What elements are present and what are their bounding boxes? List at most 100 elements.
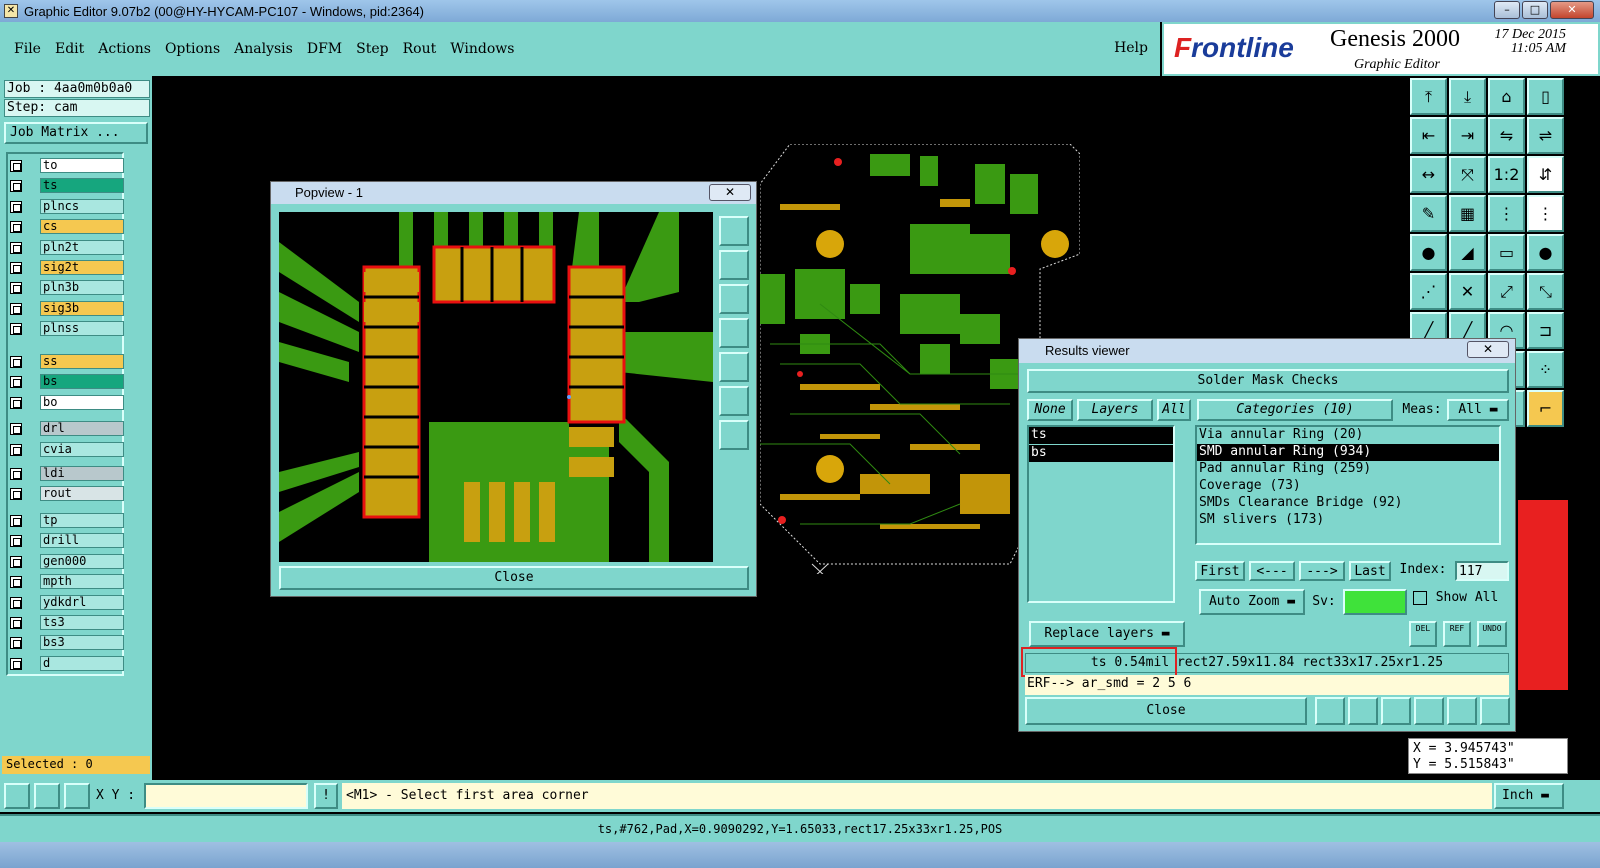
layer-row[interactable]: to (8, 158, 126, 174)
home-top-icon[interactable]: ⤒ (1410, 78, 1447, 115)
angle-icon[interactable] (34, 783, 60, 809)
layer-name[interactable]: ss (40, 353, 124, 369)
layer-checkbox[interactable] (10, 323, 22, 336)
first-button[interactable]: First (1195, 561, 1245, 581)
measure-icon[interactable] (4, 783, 30, 809)
layer-checkbox[interactable] (10, 576, 22, 589)
minimize-button[interactable]: – (1494, 1, 1520, 19)
layer-row[interactable]: sig2t (8, 260, 126, 276)
layer-name[interactable]: bo (40, 394, 124, 410)
layer-checkbox[interactable] (10, 488, 22, 501)
frame-icon[interactable]: ▯ (1527, 78, 1564, 115)
layer-row[interactable]: gen000 (8, 553, 126, 570)
layer-name[interactable]: ydkdrl (40, 594, 124, 610)
menu-windows[interactable]: Windows (450, 41, 514, 57)
flag-icon[interactable] (1315, 697, 1345, 725)
menu-analysis[interactable]: Analysis (234, 41, 293, 57)
connect-icon[interactable]: ⋰ (1410, 273, 1447, 310)
pin-icon[interactable] (1348, 697, 1378, 725)
popview-canvas[interactable] (279, 212, 713, 562)
route-icon[interactable]: ⊐ (1527, 312, 1564, 349)
layer-row[interactable]: rout (8, 486, 126, 502)
layer-row[interactable]: drl (8, 421, 126, 437)
step-icon[interactable]: ⌐ (1527, 390, 1564, 427)
menu-edit[interactable]: Edit (55, 41, 84, 57)
layer-checkbox[interactable] (10, 616, 22, 629)
snap-icon[interactable]: ⋮ (1488, 195, 1525, 232)
layers-button[interactable]: Layers (1077, 399, 1153, 421)
zoom-out-icon[interactable] (719, 420, 749, 450)
result-layer-item[interactable]: bs (1029, 445, 1173, 462)
histogram-icon[interactable] (1480, 697, 1510, 725)
layer-row[interactable]: mpth (8, 574, 126, 590)
layer-row[interactable]: drill (8, 533, 126, 549)
grid-icon[interactable] (64, 783, 90, 809)
layer-row[interactable]: cs (8, 219, 126, 235)
layer-row[interactable]: ts (8, 178, 126, 194)
undo-button[interactable]: UNDO (1477, 621, 1507, 647)
layer-checkbox[interactable] (10, 468, 22, 481)
layer-name[interactable]: plnss (40, 321, 124, 337)
menu-options[interactable]: Options (165, 41, 220, 57)
layer-checkbox[interactable] (10, 637, 22, 650)
measure-icon[interactable]: ⤢ (1488, 273, 1525, 310)
pan-left-icon[interactable]: ⇤ (1410, 117, 1447, 154)
circle-icon[interactable]: ● (1527, 234, 1564, 271)
menu-file[interactable]: File (14, 41, 41, 57)
layer-name[interactable]: rout (40, 486, 124, 502)
layer-name[interactable]: plncs (40, 198, 124, 214)
layer-name[interactable]: drill (40, 533, 124, 549)
category-item[interactable]: Pad annular Ring (259) (1197, 461, 1499, 478)
zoom-fit-icon[interactable] (719, 216, 749, 246)
measure2-icon[interactable]: ⤡ (1527, 273, 1564, 310)
layer-name[interactable]: bs3 (40, 635, 124, 651)
grid-icon[interactable]: ▦ (1449, 195, 1486, 232)
pan-left-icon[interactable] (719, 318, 749, 348)
layer-checkbox[interactable] (10, 241, 22, 254)
menu-dfm[interactable]: DFM (307, 41, 342, 57)
layer-name[interactable]: mpth (40, 574, 124, 590)
layer-checkbox[interactable] (10, 443, 22, 456)
layer-checkbox[interactable] (10, 514, 22, 527)
category-item[interactable]: SMDs Clearance Bridge (92) (1197, 495, 1499, 512)
close-window-button[interactable]: ✕ (1550, 1, 1594, 19)
layer-name[interactable]: cs (40, 219, 124, 235)
draw-icon[interactable]: ◢ (1449, 234, 1486, 271)
layer-row[interactable]: bs (8, 374, 126, 390)
pan-right-icon[interactable]: ⇥ (1449, 117, 1486, 154)
layer-row[interactable]: plncs (8, 198, 126, 215)
popview-close-button[interactable]: Close (279, 566, 749, 590)
del-button[interactable]: DEL (1409, 621, 1437, 647)
layer-name[interactable]: pln3b (40, 280, 124, 296)
layer-name[interactable]: drl (40, 421, 124, 437)
layer-row[interactable]: tp (8, 512, 126, 529)
flip-icon[interactable]: ⇋ (1488, 117, 1525, 154)
layer-checkbox[interactable] (10, 200, 22, 213)
pan-up-icon[interactable] (719, 250, 749, 280)
layer-name[interactable]: gen000 (40, 553, 124, 569)
snap-red-icon[interactable]: ⋮ (1527, 195, 1564, 232)
fit-width-icon[interactable]: ↔ (1410, 156, 1447, 193)
home-bottom-icon[interactable]: ⤓ (1449, 78, 1486, 115)
layer-checkbox[interactable] (10, 657, 22, 670)
replace-layers-dropdown[interactable]: Replace layers ▬ (1029, 621, 1185, 647)
layer-row[interactable]: d (8, 655, 126, 672)
layer-checkbox[interactable] (10, 221, 22, 234)
info-icon[interactable]: ! (314, 783, 338, 809)
sv-color-dropdown[interactable] (1343, 589, 1407, 615)
layer-checkbox[interactable] (10, 423, 22, 436)
layer-name[interactable]: sig3b (40, 300, 124, 316)
none-button[interactable]: None (1027, 399, 1073, 421)
all-button[interactable]: All (1157, 399, 1191, 421)
point-icon[interactable]: ● (1410, 234, 1447, 271)
job-matrix-button[interactable]: Job Matrix ... (4, 122, 148, 144)
home-icon[interactable]: ⌂ (1488, 78, 1525, 115)
layer-checkbox[interactable] (10, 555, 22, 568)
fit-all-icon[interactable]: ⤧ (1449, 156, 1486, 193)
layer-row[interactable]: pln2t (8, 239, 126, 256)
layer-checkbox[interactable] (10, 180, 22, 193)
layer-checkbox[interactable] (10, 535, 22, 548)
last-button[interactable]: Last (1349, 561, 1391, 581)
category-item[interactable]: SM slivers (173) (1197, 512, 1499, 529)
layer-name[interactable]: d (40, 655, 124, 671)
